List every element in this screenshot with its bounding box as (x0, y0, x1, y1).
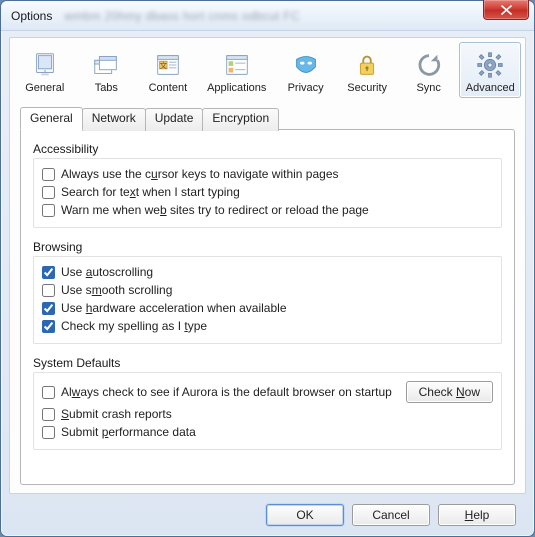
category-applications[interactable]: Applications (199, 42, 275, 98)
chk-smooth-scroll[interactable] (42, 284, 55, 297)
opt-smooth-scroll[interactable]: Use smooth scrolling (42, 281, 493, 299)
close-button[interactable] (483, 0, 529, 20)
group-title-browsing: Browsing (33, 240, 502, 254)
chk-perf-data[interactable] (42, 426, 55, 439)
opt-warn-redirect[interactable]: Warn me when web sites try to redirect o… (42, 201, 493, 219)
lock-icon (352, 50, 382, 80)
category-privacy[interactable]: Privacy (275, 42, 337, 98)
group-accessibility: Always use the cursor keys to navigate w… (33, 158, 502, 228)
category-tabs[interactable]: Tabs (76, 42, 138, 98)
sub-tabs: General Network Update Encryption (20, 106, 515, 129)
opt-perf-data[interactable]: Submit performance data (42, 423, 493, 441)
chk-search-typing[interactable] (42, 186, 55, 199)
tab-encryption[interactable]: Encryption (202, 108, 279, 131)
opt-label: Check my spelling as I type (61, 319, 207, 333)
content-area: General Tabs (1, 31, 534, 536)
chk-hw-accel[interactable] (42, 302, 55, 315)
category-content[interactable]: 文 Content (137, 42, 199, 98)
category-label: Tabs (95, 82, 118, 94)
category-label: Privacy (288, 82, 324, 94)
category-label: Security (347, 82, 387, 94)
chk-warn-redirect[interactable] (42, 204, 55, 217)
chk-default-browser[interactable] (42, 386, 55, 399)
sync-icon (414, 50, 444, 80)
group-defaults: Always check to see if Aurora is the def… (33, 372, 502, 450)
chk-spellcheck[interactable] (42, 320, 55, 333)
opt-label: Use autoscrolling (61, 265, 153, 279)
svg-text:文: 文 (159, 60, 167, 70)
monitor-icon (30, 50, 60, 80)
opt-autoscroll[interactable]: Use autoscrolling (42, 263, 493, 281)
advanced-tab-area: General Network Update Encryption Access… (12, 100, 523, 485)
tabs-icon (91, 50, 121, 80)
ok-button[interactable]: OK (266, 504, 344, 526)
close-icon (501, 5, 512, 15)
opt-search-typing[interactable]: Search for text when I start typing (42, 183, 493, 201)
titlebar-blur-text: wmbm 20hmy dbass hort cnms odbcut FC (64, 9, 300, 23)
category-advanced[interactable]: Advanced (459, 42, 521, 98)
opt-label: Submit performance data (61, 425, 196, 439)
group-title-accessibility: Accessibility (33, 142, 502, 156)
opt-spellcheck[interactable]: Check my spelling as I type (42, 317, 493, 335)
mask-icon (291, 50, 321, 80)
group-browsing: Use autoscrolling Use smooth scrolling U… (33, 256, 502, 344)
content-icon: 文 (153, 50, 183, 80)
category-general[interactable]: General (14, 42, 76, 98)
opt-label: Use smooth scrolling (61, 283, 172, 297)
inner-panel: General Tabs (9, 37, 526, 494)
category-sync[interactable]: Sync (398, 42, 460, 98)
chk-cursor-keys[interactable] (42, 168, 55, 181)
dialog-buttons: OK Cancel Help (9, 494, 526, 528)
tab-general[interactable]: General (20, 107, 83, 130)
options-window: Options wmbm 20hmy dbass hort cnms odbcu… (0, 0, 535, 537)
opt-label: Use hardware acceleration when available (61, 301, 287, 315)
category-label: Applications (207, 82, 266, 94)
group-title-defaults: System Defaults (33, 356, 502, 370)
opt-label: Warn me when web sites try to redirect o… (61, 203, 369, 217)
category-label: Content (149, 82, 188, 94)
opt-cursor-keys[interactable]: Always use the cursor keys to navigate w… (42, 165, 493, 183)
titlebar[interactable]: Options wmbm 20hmy dbass hort cnms odbcu… (1, 1, 534, 31)
opt-label: Search for text when I start typing (61, 185, 240, 199)
check-now-button[interactable]: Check Now (406, 381, 493, 403)
category-label: Advanced (466, 82, 515, 94)
category-toolbar: General Tabs (12, 40, 523, 100)
tab-panel-general: Accessibility Always use the cursor keys… (20, 129, 515, 485)
window-title: Options (11, 9, 52, 23)
opt-hw-accel[interactable]: Use hardware acceleration when available (42, 299, 493, 317)
chk-autoscroll[interactable] (42, 266, 55, 279)
chk-crash-reports[interactable] (42, 408, 55, 421)
category-label: Sync (416, 82, 440, 94)
tab-network[interactable]: Network (82, 108, 146, 131)
help-button[interactable]: Help (438, 504, 516, 526)
opt-default-browser-row: Always check to see if Aurora is the def… (42, 379, 493, 405)
opt-label: Submit crash reports (61, 407, 172, 421)
cancel-button[interactable]: Cancel (352, 504, 430, 526)
category-label: General (25, 82, 64, 94)
gear-icon (475, 50, 505, 80)
opt-crash-reports[interactable]: Submit crash reports (42, 405, 493, 423)
opt-label: Always use the cursor keys to navigate w… (61, 167, 339, 181)
tab-update[interactable]: Update (145, 108, 204, 131)
opt-label[interactable]: Always check to see if Aurora is the def… (61, 385, 392, 399)
category-security[interactable]: Security (336, 42, 398, 98)
applications-icon (222, 50, 252, 80)
